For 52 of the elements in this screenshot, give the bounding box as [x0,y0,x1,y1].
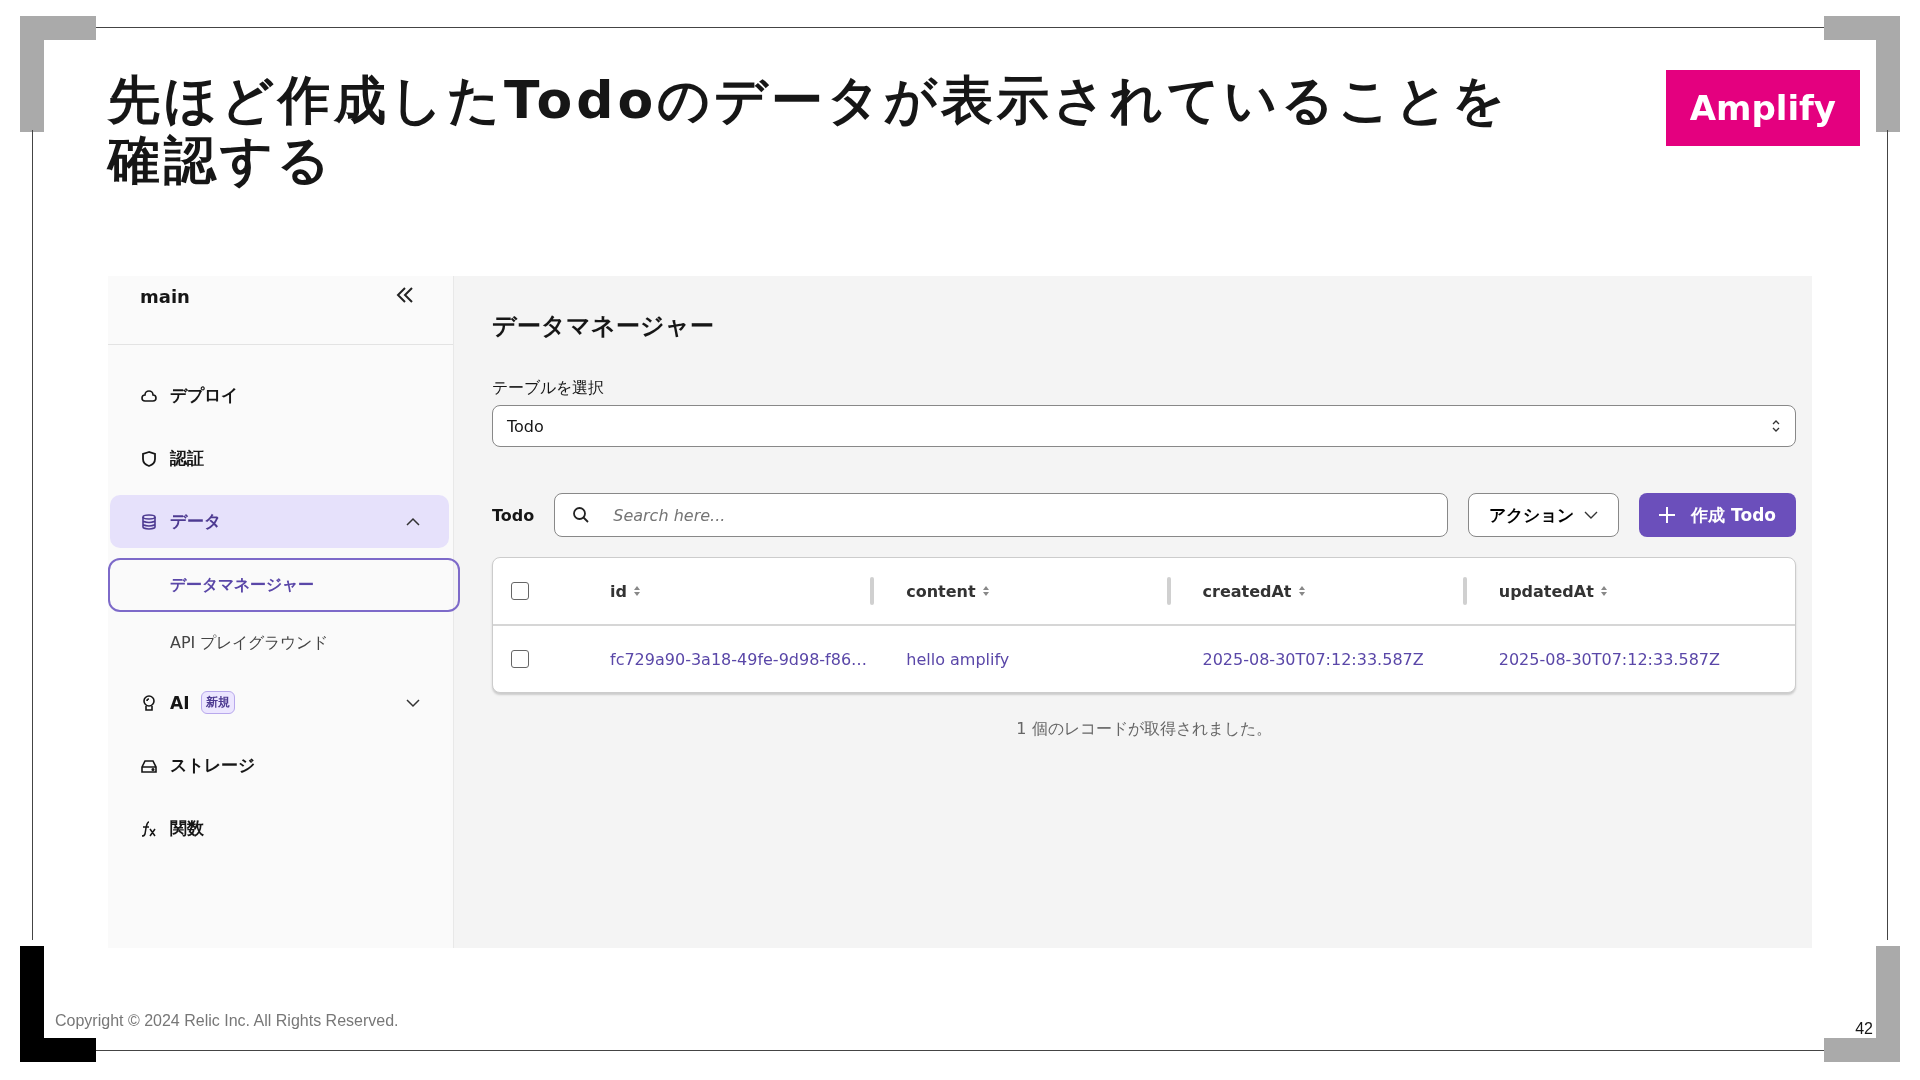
chevron-down-icon[interactable] [405,697,421,708]
table-cell: fc729a90-3a18-49fe-9d98-f86… [610,649,868,669]
column-header[interactable]: id [610,581,627,601]
nav-label: 関数 [170,817,204,840]
column-header[interactable]: createdAt [1202,581,1292,601]
updown-icon [1771,419,1781,433]
checkbox[interactable] [511,650,529,668]
collapse-icon[interactable] [395,286,415,304]
select-label: テーブルを選択 [492,378,605,399]
nav-item[interactable]: デプロイ [110,369,449,422]
subnav-item[interactable]: データマネージャー [108,558,460,612]
table-name: Todo [492,505,535,525]
function-icon [140,819,158,838]
shield-icon [140,449,158,468]
nav-label: デプロイ [170,384,238,407]
search-field[interactable]: Search here... [554,493,1449,537]
copyright-text: Copyright © 2024 Relic Inc. All Rights Reserved. [55,1012,399,1030]
nav-label: AI [170,692,190,713]
plus-icon [1659,507,1676,523]
sort-icon[interactable] [981,585,990,597]
nav-item[interactable]: ストレージ [110,739,449,792]
sort-icon[interactable] [632,585,641,597]
caret-icon [1584,510,1599,520]
bulb-icon [140,693,158,712]
amplify-tag: Amplify [1665,70,1860,146]
create-button[interactable]: 作成 Todo [1639,493,1796,537]
table-select[interactable]: Todo [492,405,1796,447]
nav-item[interactable]: AI 新規 [110,676,449,729]
sort-icon[interactable] [1297,585,1306,597]
nav-label: 認証 [170,447,204,470]
column-header[interactable]: updatedAt [1498,581,1594,601]
nav-item[interactable]: 認証 [110,432,449,485]
chevron-up-icon[interactable] [405,516,421,527]
checkbox[interactable] [511,582,529,600]
subnav-item[interactable]: API プレイグラウンド [108,616,460,670]
database-icon [140,512,158,531]
page-number: 42 [1855,1020,1873,1038]
nav-item[interactable]: 関数 [110,802,449,855]
table-cell: 2025-08-30T07:12:33.587Z [1202,649,1424,669]
table-cell: hello amplify [906,649,1010,669]
page-heading: データマネージャー [492,311,715,342]
table-cell: 2025-08-30T07:12:33.587Z [1498,649,1720,669]
slide-title: 先ほど作成したTodoのデータが表示されていることを確認する [108,70,1511,190]
actions-button[interactable]: アクション [1468,493,1620,537]
nav-label: ストレージ [170,754,255,777]
nav-item[interactable]: データ [110,495,449,548]
record-count: 1 個のレコードが取得されました。 [1015,719,1273,740]
branch-name: main [140,286,190,307]
new-tag: 新規 [201,691,236,714]
column-header[interactable]: content [906,581,976,601]
nav-label: データ [170,510,221,533]
sort-icon[interactable] [1599,585,1608,597]
